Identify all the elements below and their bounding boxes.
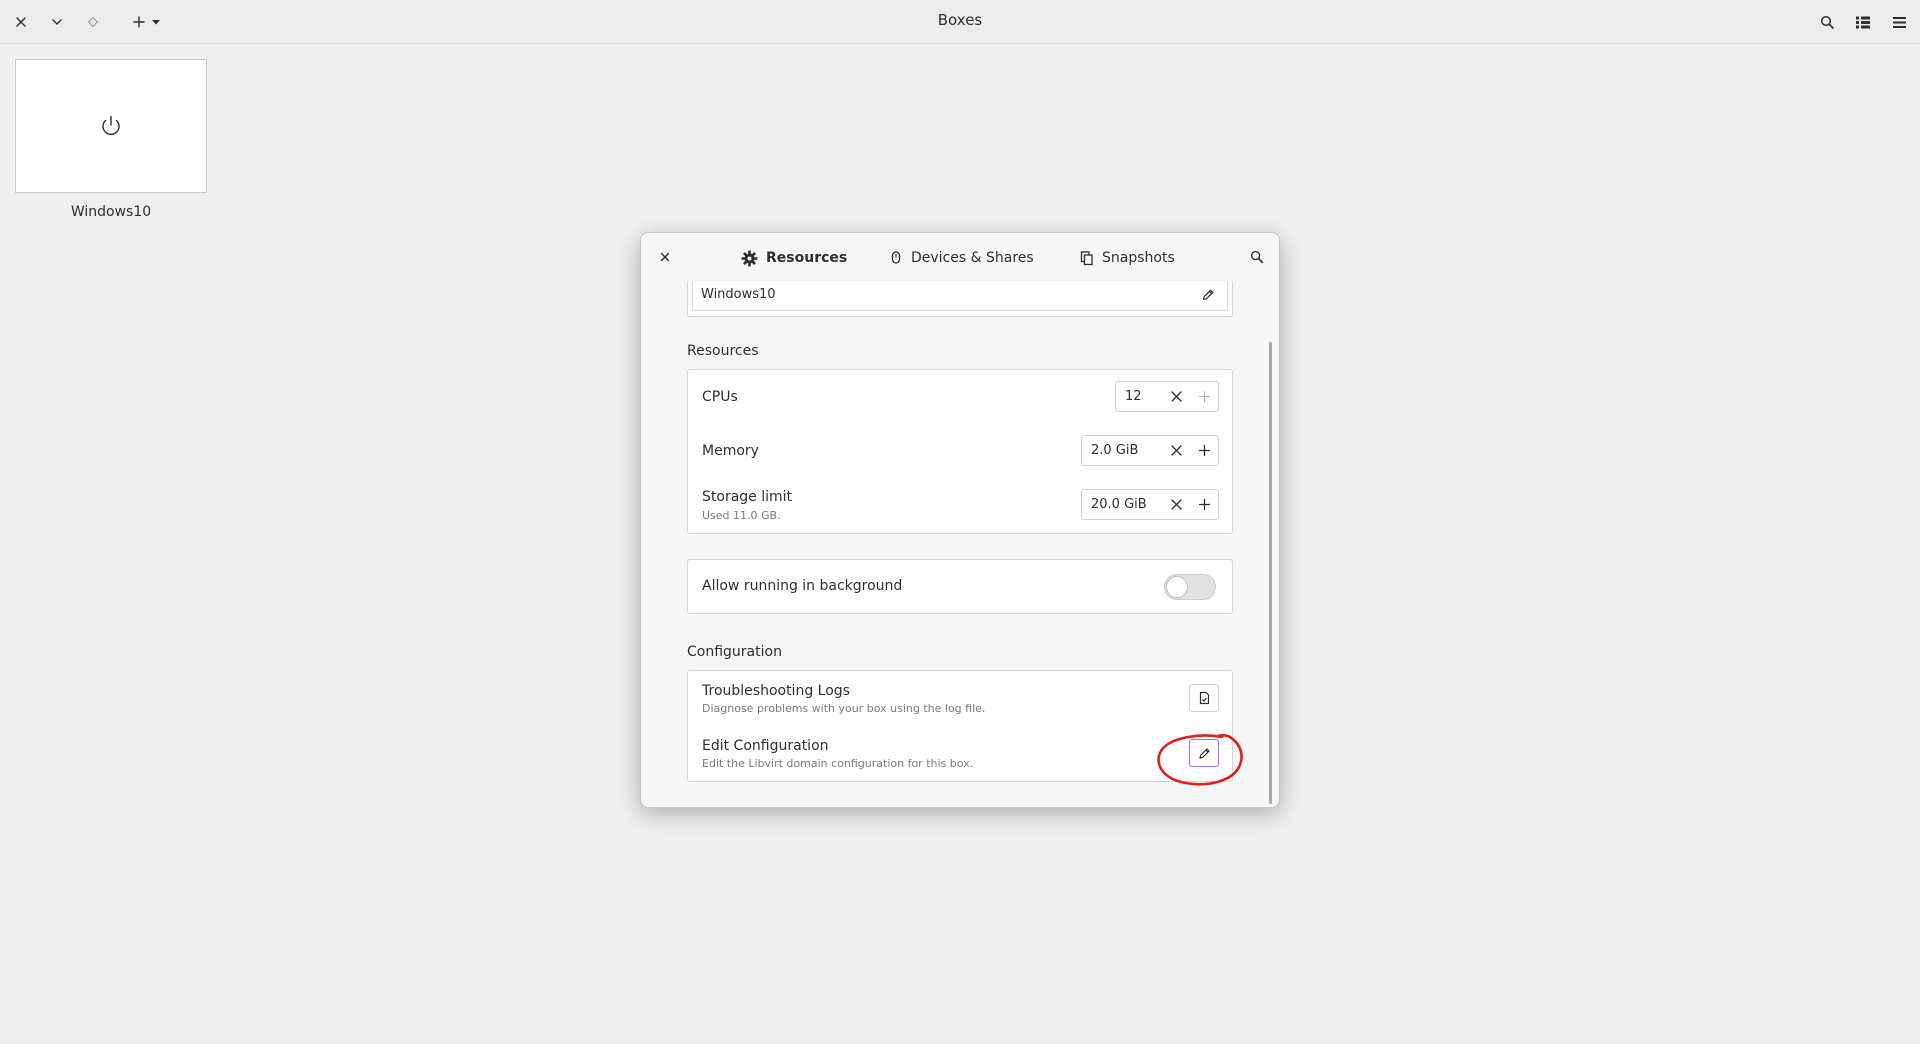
decrease-icon <box>1170 499 1182 510</box>
storage-limit-spinbutton[interactable]: 20.0 GiB <box>1081 489 1219 520</box>
cpus-spinbutton[interactable]: 12 <box>1115 381 1219 412</box>
log-file-icon <box>1199 691 1209 705</box>
cpus-label: CPUs <box>702 389 738 405</box>
storage-used-sublabel: Used 11.0 GB. <box>702 509 781 522</box>
search-icon <box>1820 15 1834 29</box>
tab-snapshots[interactable]: Snapshots <box>1080 245 1175 271</box>
tab-snapshots-label: Snapshots <box>1102 250 1175 266</box>
memory-value[interactable]: 2.0 GiB <box>1082 443 1162 458</box>
storage-limit-value[interactable]: 20.0 GiB <box>1082 497 1162 512</box>
snapshots-icon <box>1080 251 1093 266</box>
plus-icon <box>1198 444 1210 457</box>
window-title: Boxes <box>937 11 983 29</box>
edit-configuration-sublabel: Edit the Libvirt domain configuration fo… <box>702 757 974 770</box>
box-name-value: Windows10 <box>701 287 776 302</box>
allow-background-label: Allow running in background <box>702 578 903 594</box>
decrease-icon <box>1170 445 1182 456</box>
plus-icon <box>1198 498 1210 511</box>
main-menu-button[interactable] <box>1886 6 1912 38</box>
gear-icon <box>741 250 758 266</box>
tab-devices-shares[interactable]: Devices & Shares <box>889 245 1034 271</box>
list-view-icon <box>1856 16 1870 28</box>
resources-section-title: Resources <box>687 343 759 359</box>
background-group: Allow running in background <box>687 559 1233 614</box>
search-button[interactable] <box>1814 6 1840 38</box>
pencil-icon <box>1198 747 1210 759</box>
search-icon <box>1250 250 1264 264</box>
edit-configuration-label: Edit Configuration <box>702 738 829 754</box>
memory-spinbutton[interactable]: 2.0 GiB <box>1081 435 1219 466</box>
dialog-header: Resources Devices & Shares Snapshots <box>641 233 1279 281</box>
tab-resources[interactable]: Resources <box>741 245 847 271</box>
mouse-icon <box>891 251 901 264</box>
troubleshooting-logs-button[interactable] <box>1189 684 1219 712</box>
cpus-increase-button[interactable] <box>1190 382 1218 411</box>
allow-background-switch[interactable] <box>1164 574 1216 600</box>
tab-resources-label: Resources <box>766 250 848 266</box>
edit-configuration-button[interactable] <box>1189 739 1219 767</box>
box-thumbnail[interactable] <box>15 59 207 193</box>
configuration-group: Troubleshooting Logs Diagnose problems w… <box>687 670 1233 782</box>
cpus-decrease-button[interactable] <box>1162 382 1190 411</box>
tab-devices-shares-label: Devices & Shares <box>911 250 1034 266</box>
power-icon <box>102 115 120 135</box>
storage-increase-button[interactable] <box>1190 490 1218 519</box>
pencil-icon[interactable] <box>1201 288 1215 302</box>
memory-decrease-button[interactable] <box>1162 436 1190 465</box>
dialog-scroll-area[interactable]: Windows10 Resources CPUs 12 Memory 2.0 G… <box>641 281 1279 807</box>
box-name-label[interactable]: Windows10 <box>15 204 207 220</box>
storage-limit-label: Storage limit <box>702 489 793 505</box>
memory-increase-button[interactable] <box>1190 436 1218 465</box>
close-icon <box>660 252 670 262</box>
dialog-close-button[interactable] <box>653 245 677 269</box>
header-bar: Boxes <box>0 0 1920 44</box>
name-group: Windows10 <box>687 281 1233 317</box>
dialog-search-button[interactable] <box>1245 245 1269 269</box>
configuration-section-title: Configuration <box>687 644 782 660</box>
plus-icon <box>1198 390 1210 403</box>
troubleshooting-logs-label: Troubleshooting Logs <box>702 683 850 699</box>
resources-group: CPUs 12 Memory 2.0 GiB Storage limit Use… <box>687 369 1233 534</box>
dialog-scrollbar[interactable] <box>1269 342 1272 804</box>
box-name-field[interactable]: Windows10 <box>692 281 1228 311</box>
memory-label: Memory <box>702 443 759 459</box>
hamburger-menu-icon <box>1892 16 1906 28</box>
view-toggle-button[interactable] <box>1850 6 1876 38</box>
switch-knob <box>1166 576 1188 598</box>
decrease-icon <box>1170 391 1182 402</box>
troubleshooting-logs-sublabel: Diagnose problems with your box using th… <box>702 702 986 715</box>
cpus-value[interactable]: 12 <box>1116 389 1162 404</box>
box-preferences-dialog: Resources Devices & Shares Snapshots Win… <box>640 232 1280 808</box>
storage-decrease-button[interactable] <box>1162 490 1190 519</box>
